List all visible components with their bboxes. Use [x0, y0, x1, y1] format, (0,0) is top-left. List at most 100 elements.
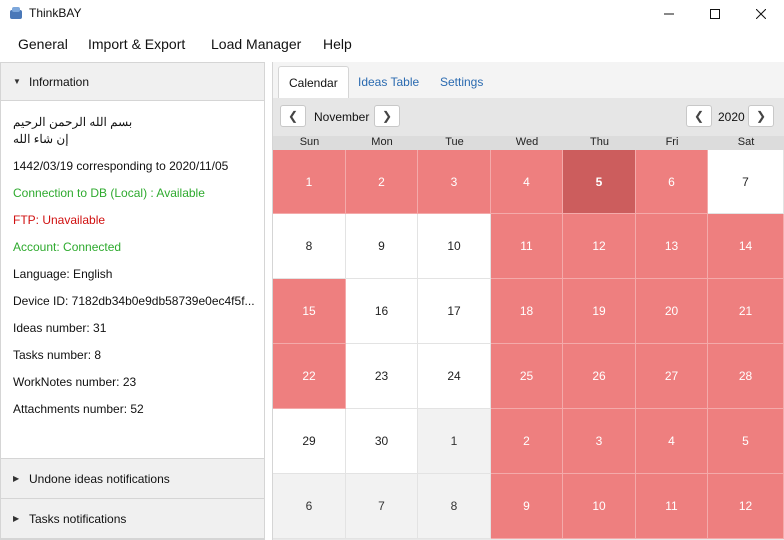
calendar-day-cell[interactable]: 29	[273, 409, 346, 474]
calendar-day-cell[interactable]: 4	[491, 150, 563, 214]
menu-bar: General Import & Export Load Manager Hel…	[0, 32, 784, 56]
close-button[interactable]	[738, 0, 784, 28]
calendar-day-cell[interactable]: 17	[418, 279, 491, 344]
weekday-header-sat: Sat	[708, 136, 784, 150]
calendar-day-cell[interactable]: 22	[273, 344, 346, 409]
calendar-day-number: 24	[447, 369, 461, 383]
calendar-day-cell[interactable]: 4	[636, 409, 708, 474]
calendar-day-number: 9	[378, 239, 385, 253]
calendar-day-cell[interactable]: 1	[273, 150, 346, 214]
prev-month-button[interactable]: ❮	[280, 105, 306, 127]
information-header[interactable]: ▼ Information	[1, 63, 264, 101]
next-year-button[interactable]: ❯	[748, 105, 774, 127]
calendar-day-number: 28	[738, 369, 753, 383]
app-icon	[10, 7, 22, 19]
calendar-day-cell[interactable]: 6	[636, 150, 708, 214]
calendar-day-number: 6	[305, 499, 313, 513]
calendar-day-number: 15	[302, 304, 316, 318]
calendar-day-cell[interactable]: 8	[418, 474, 491, 539]
title-bar: ThinkBAY	[0, 0, 784, 28]
undone-ideas-header[interactable]: ▶ Undone ideas notifications	[1, 458, 264, 499]
date-line: 1442/03/19 corresponding to 2020/11/05	[13, 159, 229, 173]
menu-help[interactable]: Help	[323, 36, 352, 52]
calendar-day-cell[interactable]: 1	[418, 409, 491, 474]
maximize-button[interactable]	[692, 0, 738, 28]
calendar-day-cell[interactable]: 9	[491, 474, 563, 539]
calendar-day-cell[interactable]: 28	[708, 344, 784, 409]
calendar-day-cell[interactable]: 5	[563, 150, 636, 214]
language-line: Language: English	[13, 267, 113, 281]
tab-ideas-table[interactable]: Ideas Table	[348, 66, 429, 98]
device-id-line: Device ID: 7182db34b0e9db58739e0ec4f5f..…	[13, 294, 255, 308]
collapsed-triangle-icon: ▶	[13, 514, 20, 523]
arabic-line-2: إن شاء الله	[13, 132, 69, 146]
attachments-number: Attachments number: 52	[13, 402, 144, 416]
window-title: ThinkBAY	[29, 6, 82, 20]
next-month-button[interactable]: ❯	[374, 105, 400, 127]
calendar-day-cell[interactable]: 14	[708, 214, 784, 279]
weekday-header-wed: Wed	[491, 136, 563, 150]
menu-general[interactable]: General	[18, 36, 68, 52]
calendar-day-cell[interactable]: 13	[636, 214, 708, 279]
minimize-button[interactable]	[646, 0, 692, 28]
tab-settings[interactable]: Settings	[430, 66, 493, 98]
weekday-header-tue: Tue	[418, 136, 491, 150]
calendar-day-number: 12	[738, 499, 753, 513]
calendar-day-cell[interactable]: 2	[491, 409, 563, 474]
calendar-day-cell[interactable]: 3	[563, 409, 636, 474]
chevron-left-icon: ❮	[287, 109, 299, 123]
calendar-day-number: 5	[595, 174, 603, 189]
chevron-right-icon: ❯	[381, 109, 393, 123]
calendar-day-cell[interactable]: 5	[708, 409, 784, 474]
calendar-day-cell[interactable]: 2	[346, 150, 418, 214]
calendar-day-cell[interactable]: 19	[563, 279, 636, 344]
calendar-day-cell[interactable]: 3	[418, 150, 491, 214]
weekday-header-fri: Fri	[636, 136, 708, 150]
close-icon	[756, 9, 766, 19]
calendar-day-cell[interactable]: 12	[563, 214, 636, 279]
calendar-day-cell[interactable]: 27	[636, 344, 708, 409]
calendar-day-cell[interactable]: 10	[418, 214, 491, 279]
calendar-day-cell[interactable]: 21	[708, 279, 784, 344]
information-body: بسم الله الرحمن الرحيم إن شاء الله 1442/…	[1, 102, 264, 457]
calendar-day-number: 5	[742, 434, 749, 448]
weekday-header-thu: Thu	[563, 136, 636, 150]
tab-calendar[interactable]: Calendar	[278, 66, 349, 98]
calendar-day-cell[interactable]: 6	[273, 474, 346, 539]
calendar-day-cell[interactable]: 7	[708, 150, 784, 214]
calendar-header: ❮ November ❯ ❮ 2020 ❯	[273, 98, 784, 136]
calendar-day-cell[interactable]: 8	[273, 214, 346, 279]
calendar-day-cell[interactable]: 26	[563, 344, 636, 409]
calendar-day-cell[interactable]: 24	[418, 344, 491, 409]
calendar-day-cell[interactable]: 25	[491, 344, 563, 409]
calendar-day-cell[interactable]: 20	[636, 279, 708, 344]
calendar-day-cell[interactable]: 30	[346, 409, 418, 474]
tasks-notifications-header[interactable]: ▶ Tasks notifications	[1, 499, 264, 539]
calendar-day-cell[interactable]: 7	[346, 474, 418, 539]
month-label: November	[314, 110, 370, 124]
account-status: Account: Connected	[13, 240, 122, 254]
calendar-day-number: 25	[519, 369, 534, 383]
left-panel: ▼ Information بسم الله الرحمن الرحيم إن …	[0, 62, 265, 540]
prev-year-button[interactable]: ❮	[686, 105, 712, 127]
calendar-day-cell[interactable]: 11	[636, 474, 708, 539]
calendar-day-cell[interactable]: 15	[273, 279, 346, 344]
calendar-day-cell[interactable]: 10	[563, 474, 636, 539]
calendar-day-number: 16	[374, 304, 389, 318]
calendar-day-cell[interactable]: 9	[346, 214, 418, 279]
calendar-day-number: 18	[519, 304, 534, 318]
calendar-day-number: 11	[665, 499, 678, 513]
calendar-day-number: 2	[523, 434, 530, 448]
calendar-day-cell[interactable]: 12	[708, 474, 784, 539]
menu-import-export[interactable]: Import & Export	[88, 36, 185, 52]
menu-load-manager[interactable]: Load Manager	[211, 36, 301, 52]
calendar-day-number: 10	[447, 239, 461, 253]
calendar-day-number: 9	[523, 499, 530, 513]
calendar-day-cell[interactable]: 23	[346, 344, 418, 409]
calendar-day-cell[interactable]: 16	[346, 279, 418, 344]
calendar-day-number: 11	[520, 239, 533, 253]
calendar-day-number: 3	[595, 434, 603, 448]
calendar-day-cell[interactable]: 11	[491, 214, 563, 279]
calendar-day-cell[interactable]: 18	[491, 279, 563, 344]
expanded-triangle-icon: ▼	[13, 77, 21, 86]
